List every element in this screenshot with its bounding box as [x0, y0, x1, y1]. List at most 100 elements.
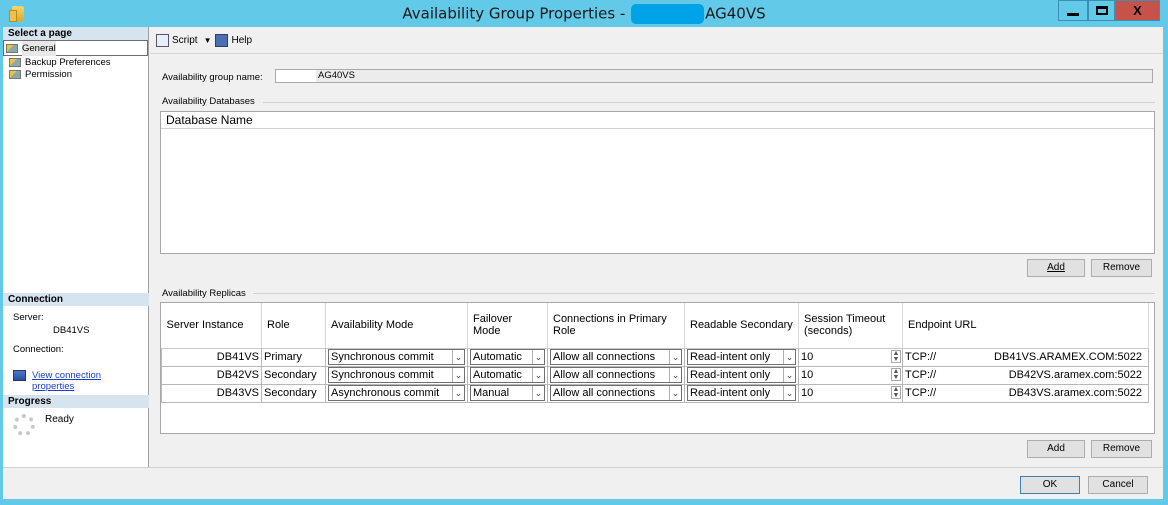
- view-connection-properties[interactable]: View connection properties: [3, 370, 149, 392]
- endpoint-url-value: DB43VS.aramex.com:5022: [1008, 387, 1142, 399]
- session-timeout-cell[interactable]: 10 ▲ ▼: [798, 347, 903, 367]
- page-icon: [6, 43, 18, 53]
- select-page-header: Select a page: [3, 27, 148, 40]
- session-timeout-cell[interactable]: 10 ▲ ▼: [798, 365, 903, 385]
- chevron-down-icon[interactable]: ⌄: [783, 368, 795, 382]
- replica-add-label: Add: [1047, 443, 1065, 454]
- availability-mode-select[interactable]: Synchronous commit ⌄: [328, 367, 465, 383]
- spinner-updown-icon[interactable]: ▲ ▼: [891, 367, 901, 381]
- close-button[interactable]: X: [1115, 0, 1160, 21]
- endpoint-url-value: DB41VS.ARAMEX.COM:5022: [994, 351, 1142, 363]
- minimize-button[interactable]: [1058, 0, 1088, 21]
- close-icon: X: [1133, 3, 1142, 18]
- cancel-button[interactable]: Cancel: [1088, 476, 1148, 494]
- help-icon: [215, 33, 229, 47]
- replica-column-header[interactable]: Session Timeout (seconds): [798, 303, 903, 349]
- page-icon: [9, 69, 21, 79]
- progress-status: Ready: [45, 414, 74, 425]
- title-prefix: Availability Group Properties -: [402, 4, 631, 23]
- spinner-updown-icon[interactable]: ▲ ▼: [891, 349, 901, 363]
- endpoint-url-cell[interactable]: TCP:// DB41VS.ARAMEX.COM:5022: [902, 347, 1149, 367]
- chevron-down-icon[interactable]: ⌄: [669, 386, 681, 400]
- readable-secondary-select[interactable]: Read-intent only ⌄: [687, 385, 796, 401]
- replica-remove-button[interactable]: Remove: [1091, 440, 1152, 458]
- endpoint-url-cell[interactable]: TCP:// DB42VS.aramex.com:5022: [902, 365, 1149, 385]
- chevron-down-icon[interactable]: ⌄: [452, 368, 464, 382]
- chevron-down-icon[interactable]: ⌄: [669, 368, 681, 382]
- replica-column-header[interactable]: Server Instance: [161, 303, 262, 349]
- databases-group-label: Availability Databases: [162, 96, 259, 107]
- replica-add-button[interactable]: Add: [1027, 440, 1085, 458]
- session-timeout-value[interactable]: 10: [801, 369, 813, 381]
- replica-row[interactable]: DB41VS Primary Synchronous commit ⌄ Automati…: [161, 347, 1149, 367]
- chevron-down-icon[interactable]: ⌄: [452, 350, 464, 364]
- replica-column-header[interactable]: Connections in Primary Role: [547, 303, 685, 349]
- failover-mode-select[interactable]: Manual ⌄: [470, 385, 545, 401]
- db-add-button[interactable]: Add: [1027, 259, 1085, 277]
- help-button[interactable]: Help: [215, 33, 253, 47]
- chevron-down-icon[interactable]: ⌄: [532, 386, 544, 400]
- replica-row[interactable]: DB42VS Secondary Synchronous commit ⌄ Automa…: [161, 365, 1149, 385]
- session-timeout-value[interactable]: 10: [801, 387, 813, 399]
- failover-mode-select[interactable]: Automatic ⌄: [470, 367, 545, 383]
- server-value: DB41VS: [53, 325, 90, 336]
- chevron-down-icon[interactable]: ⌄: [532, 350, 544, 364]
- maximize-button[interactable]: [1088, 0, 1115, 21]
- role-cell: Primary: [261, 347, 326, 367]
- availability-mode-value: Synchronous commit: [331, 369, 434, 381]
- primary-connections-select[interactable]: Allow all connections ⌄: [550, 385, 682, 401]
- chevron-down-icon[interactable]: ⌄: [669, 350, 681, 364]
- replicas-group-divider: [253, 293, 1155, 294]
- script-button[interactable]: Script: [156, 33, 198, 47]
- script-icon: [156, 33, 169, 47]
- endpoint-url-prefix: TCP://: [905, 387, 937, 399]
- primary-connections-select[interactable]: Allow all connections ⌄: [550, 349, 682, 365]
- readable-secondary-select[interactable]: Read-intent only ⌄: [687, 349, 796, 365]
- script-dropdown-icon[interactable]: ▼: [204, 36, 212, 45]
- primary-connections-select[interactable]: Allow all connections ⌄: [550, 367, 682, 383]
- chevron-down-icon[interactable]: ⌄: [532, 368, 544, 382]
- failover-mode-select[interactable]: Automatic ⌄: [470, 349, 545, 365]
- title-suffix: AG40VS: [705, 4, 766, 23]
- endpoint-url-prefix: TCP://: [905, 369, 937, 381]
- replica-column-header[interactable]: Availability Mode: [325, 303, 468, 349]
- replica-row[interactable]: DB43VS Secondary Asynchronous commit ⌄ Manua…: [161, 383, 1149, 403]
- progress-spinner-icon: [13, 414, 35, 436]
- maximize-icon: [1095, 6, 1108, 15]
- availability-mode-select[interactable]: Synchronous commit ⌄: [328, 349, 465, 365]
- readable-secondary-select[interactable]: Read-intent only ⌄: [687, 367, 796, 383]
- server-instance-cell: DB41VS: [161, 347, 262, 367]
- session-timeout-value[interactable]: 10: [801, 351, 813, 363]
- replica-column-header[interactable]: Endpoint URL: [902, 303, 1149, 349]
- database-name-column-header[interactable]: Database Name: [161, 112, 1154, 129]
- session-timeout-cell[interactable]: 10 ▲ ▼: [798, 383, 903, 403]
- chevron-down-icon[interactable]: ⌄: [783, 350, 795, 364]
- ag-name-input[interactable]: AG40VS: [275, 69, 1153, 83]
- primary-connections-value: Allow all connections: [553, 369, 656, 381]
- help-label: Help: [231, 34, 253, 46]
- primary-connections-value: Allow all connections: [553, 351, 656, 363]
- title-bar[interactable]: Availability Group Properties - AG40VS X: [0, 0, 1168, 27]
- view-connection-link-line1[interactable]: View connection: [32, 370, 101, 381]
- ok-button[interactable]: OK: [1020, 476, 1080, 494]
- databases-grid[interactable]: Database Name: [160, 111, 1155, 254]
- endpoint-url-cell[interactable]: TCP:// DB43VS.aramex.com:5022: [902, 383, 1149, 403]
- page-item-backup-preferences[interactable]: Backup Preferences: [3, 56, 148, 68]
- dialog-client: Select a page General Backup Preferences P…: [3, 27, 1163, 499]
- server-instance-cell: DB43VS: [161, 383, 262, 403]
- chevron-down-icon[interactable]: ⌄: [783, 386, 795, 400]
- ag-name-label: Availability group name:: [162, 72, 263, 83]
- page-item-general[interactable]: General: [3, 40, 148, 56]
- page-item-permission[interactable]: Permission: [3, 68, 148, 80]
- db-remove-button[interactable]: Remove: [1091, 259, 1152, 277]
- replica-column-header[interactable]: Failover Mode: [467, 303, 548, 349]
- spinner-updown-icon[interactable]: ▲ ▼: [891, 385, 901, 399]
- view-connection-link-line2[interactable]: properties: [32, 381, 101, 392]
- chevron-down-icon[interactable]: ⌄: [452, 386, 464, 400]
- primary-connections-value: Allow all connections: [553, 387, 656, 399]
- progress-header: Progress: [3, 395, 149, 408]
- replica-column-header[interactable]: Role: [261, 303, 326, 349]
- replicas-group-label: Availability Replicas: [162, 288, 250, 299]
- replica-column-header[interactable]: Readable Secondary: [684, 303, 799, 349]
- availability-mode-select[interactable]: Asynchronous commit ⌄: [328, 385, 465, 401]
